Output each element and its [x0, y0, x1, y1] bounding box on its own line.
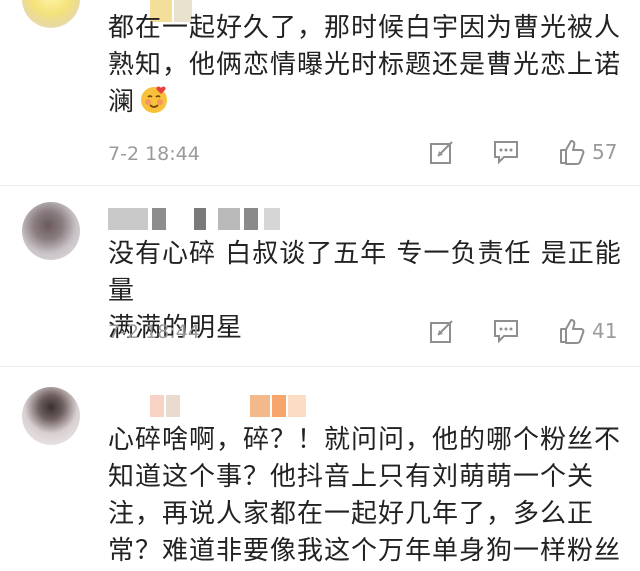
comment-timestamp: 7-2 18:44 — [108, 321, 200, 343]
like-icon — [558, 317, 586, 345]
comment-icon — [492, 138, 520, 166]
commenter-name-blurred[interactable] — [150, 395, 320, 417]
commenter-name-blurred[interactable] — [108, 208, 288, 230]
comment-button[interactable] — [492, 138, 520, 168]
like-button[interactable]: 57 — [558, 138, 617, 168]
blush-heart-emoji-icon — [139, 85, 169, 115]
like-icon — [558, 138, 586, 166]
commenter-avatar[interactable] — [22, 387, 80, 445]
comment-actions: 41 — [420, 317, 625, 347]
repost-button[interactable] — [428, 138, 456, 168]
comment-button[interactable] — [492, 317, 520, 347]
comment-text: 都在一起好久了，那时候白宇因为曹光被人 熟知，他俩恋情曝光时标题还是曹光恋上诺 … — [108, 13, 622, 117]
comment-actions: 57 — [420, 138, 625, 168]
comment-timestamp: 7-2 18:44 — [108, 143, 200, 165]
commenter-avatar[interactable] — [22, 0, 80, 28]
comment-icon — [492, 317, 520, 345]
comment-text: 心碎啥啊，碎？！就问问，他的哪个粉丝不 知道这个事？他抖音上只有刘萌萌一个关 注… — [108, 425, 622, 566]
comment-item-1: 都在一起好久了，那时候白宇因为曹光被人 熟知，他俩恋情曝光时标题还是曹光恋上诺 … — [0, 0, 640, 185]
comment-item-3: 心碎啥啊，碎？！就问问，他的哪个粉丝不 知道这个事？他抖音上只有刘萌萌一个关 注… — [0, 367, 640, 571]
like-count: 41 — [592, 319, 618, 343]
comment-item-2: 没有心碎 白叔谈了五年 专一负责任 是正能量 满满的明星 7-2 18:44 4… — [0, 186, 640, 366]
repost-icon — [428, 138, 456, 166]
repost-button[interactable] — [428, 317, 456, 347]
like-button[interactable]: 41 — [558, 317, 617, 347]
repost-icon — [428, 317, 456, 345]
like-count: 57 — [592, 140, 618, 164]
commenter-avatar[interactable] — [22, 202, 80, 260]
